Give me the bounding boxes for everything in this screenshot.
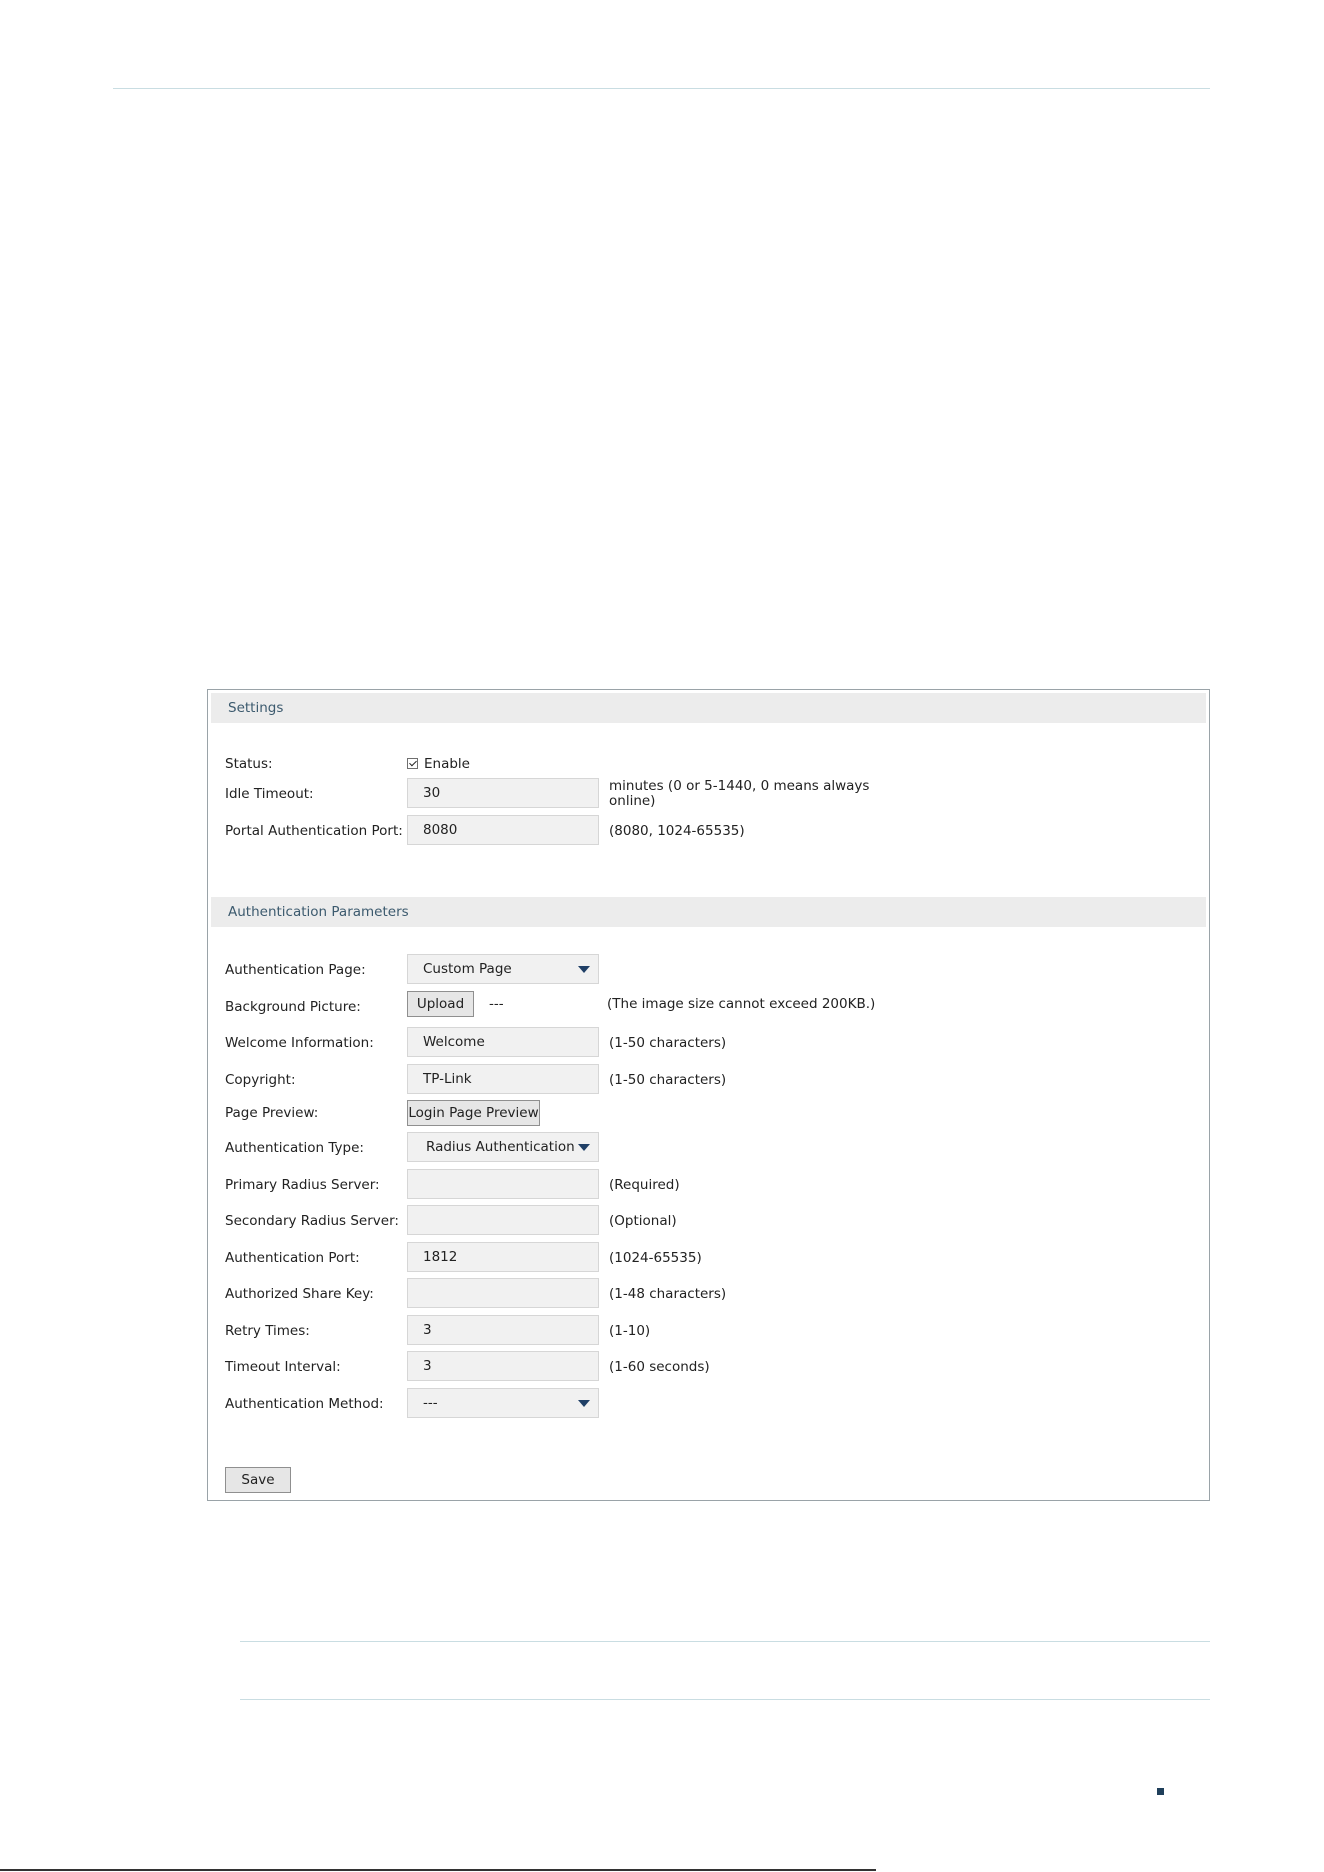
background-hint: (The image size cannot exceed 200KB.) [607, 996, 876, 1012]
copyright-input[interactable]: TP-Link [407, 1064, 599, 1094]
share-key-label: Authorized Share Key: [225, 1286, 374, 1302]
background-file-value: --- [489, 996, 504, 1012]
auth-method-select[interactable]: --- [407, 1388, 599, 1418]
auth-type-value: Radius Authentication [426, 1139, 575, 1155]
copyright-hint: (1-50 characters) [609, 1072, 727, 1088]
caret-down-icon [578, 1400, 590, 1407]
background-label: Background Picture: [225, 999, 361, 1015]
upload-button[interactable]: Upload [407, 991, 474, 1017]
caret-down-icon [578, 1144, 590, 1151]
caret-down-icon [578, 966, 590, 973]
auth-page-row: Authentication Page: Custom Page [208, 954, 1208, 986]
save-button[interactable]: Save [225, 1467, 291, 1493]
auth-port-row: Authentication Port: 1812 (1024-65535) [208, 1242, 1208, 1274]
idle-timeout-label: Idle Timeout: [225, 786, 314, 802]
primary-radius-row: Primary Radius Server: (Required) [208, 1169, 1208, 1201]
status-label: Status: [225, 756, 273, 772]
background-row: Background Picture: Upload --- (The imag… [208, 991, 1208, 1023]
auth-method-label: Authentication Method: [225, 1396, 384, 1412]
share-key-row: Authorized Share Key: (1-48 characters) [208, 1278, 1208, 1310]
timeout-interval-input[interactable]: 3 [407, 1351, 599, 1381]
copyright-row: Copyright: TP-Link (1-50 characters) [208, 1064, 1208, 1096]
auth-method-value: --- [423, 1395, 438, 1411]
retry-times-row: Retry Times: 3 (1-10) [208, 1315, 1208, 1347]
share-key-hint: (1-48 characters) [609, 1286, 727, 1302]
auth-port-label: Authentication Port: [225, 1250, 360, 1266]
enable-checkbox[interactable] [407, 758, 418, 769]
auth-type-label: Authentication Type: [225, 1140, 364, 1156]
idle-timeout-input[interactable]: 30 [407, 778, 599, 808]
preview-row: Page Preview: Login Page Preview [208, 1100, 1208, 1132]
primary-radius-hint: (Required) [609, 1177, 680, 1193]
retry-times-hint: (1-10) [609, 1323, 651, 1339]
share-key-input[interactable] [407, 1278, 599, 1308]
idle-timeout-hint: minutes (0 or 5-1440, 0 means always onl… [609, 779, 869, 809]
primary-radius-label: Primary Radius Server: [225, 1177, 380, 1193]
note-bottom-divider [240, 1699, 1210, 1700]
footer-rule [0, 1869, 876, 1871]
auth-method-row: Authentication Method: --- [208, 1388, 1208, 1420]
login-page-preview-button[interactable]: Login Page Preview [407, 1100, 540, 1126]
portal-settings-panel: Settings Status: Enable Idle Timeout: 30… [207, 689, 1210, 1501]
welcome-label: Welcome Information: [225, 1035, 374, 1051]
auth-type-row: Authentication Type: Radius Authenticati… [208, 1132, 1208, 1164]
top-divider [113, 88, 1210, 89]
timeout-interval-hint: (1-60 seconds) [609, 1359, 710, 1375]
auth-port-input[interactable]: 1812 [407, 1242, 599, 1272]
welcome-hint: (1-50 characters) [609, 1035, 727, 1051]
portal-port-row: Portal Authentication Port: 8080 (8080, … [208, 815, 1208, 847]
portal-port-label: Portal Authentication Port: [225, 823, 403, 839]
enable-label[interactable]: Enable [424, 748, 470, 780]
welcome-row: Welcome Information: Welcome (1-50 chara… [208, 1027, 1208, 1059]
status-row: Status: Enable [208, 748, 1208, 780]
idle-timeout-hint-line2: online) [609, 793, 656, 809]
auth-params-header: Authentication Parameters [211, 897, 1206, 927]
page-marker [1157, 1788, 1164, 1795]
settings-header: Settings [211, 693, 1206, 723]
secondary-radius-label: Secondary Radius Server: [225, 1213, 399, 1229]
secondary-radius-input[interactable] [407, 1205, 599, 1235]
welcome-input[interactable]: Welcome [407, 1027, 599, 1057]
preview-label: Page Preview: [225, 1105, 319, 1121]
auth-port-hint: (1024-65535) [609, 1250, 702, 1266]
idle-timeout-hint-line1: minutes (0 or 5-1440, 0 means always [609, 778, 870, 794]
primary-radius-input[interactable] [407, 1169, 599, 1199]
retry-times-input[interactable]: 3 [407, 1315, 599, 1345]
portal-port-hint: (8080, 1024-65535) [609, 823, 745, 839]
idle-timeout-row: Idle Timeout: 30 minutes (0 or 5-1440, 0… [208, 778, 1208, 810]
timeout-interval-label: Timeout Interval: [225, 1359, 341, 1375]
auth-page-value: Custom Page [423, 961, 512, 977]
auth-page-label: Authentication Page: [225, 962, 366, 978]
copyright-label: Copyright: [225, 1072, 296, 1088]
auth-type-select[interactable]: Radius Authentication [407, 1132, 599, 1162]
auth-page-select[interactable]: Custom Page [407, 954, 599, 984]
retry-times-label: Retry Times: [225, 1323, 310, 1339]
note-top-divider [240, 1641, 1210, 1642]
portal-port-input[interactable]: 8080 [407, 815, 599, 845]
secondary-radius-hint: (Optional) [609, 1213, 677, 1229]
secondary-radius-row: Secondary Radius Server: (Optional) [208, 1205, 1208, 1237]
timeout-interval-row: Timeout Interval: 3 (1-60 seconds) [208, 1351, 1208, 1383]
